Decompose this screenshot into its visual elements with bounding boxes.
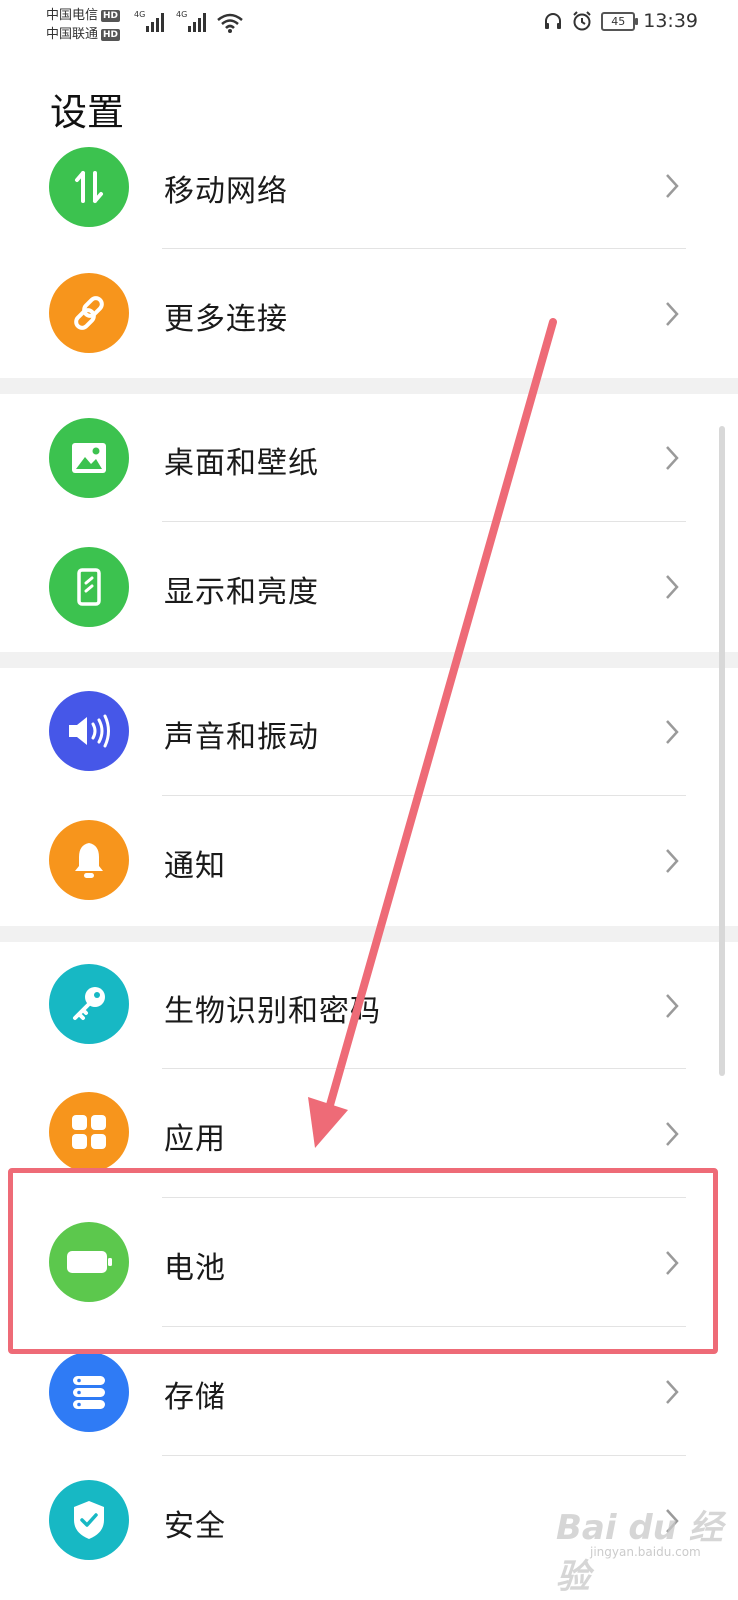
signal-strength-icon: 4G [134, 10, 164, 32]
watermark-url: jingyan.baidu.com [590, 1545, 701, 1559]
carrier-2-label: 中国联通 [46, 27, 99, 42]
settings-item-label: 显示和亮度 [164, 575, 319, 610]
chevron-right-icon [666, 446, 679, 470]
divider [162, 1326, 686, 1327]
chevron-right-icon [666, 1251, 679, 1275]
settings-item-label: 通知 [164, 849, 226, 884]
settings-item-wallpaper[interactable]: 桌面和壁纸 [0, 394, 738, 522]
settings-item-label: 桌面和壁纸 [164, 446, 319, 481]
speaker-icon [49, 691, 129, 771]
settings-item-label: 移动网络 [164, 174, 288, 209]
divider [162, 1068, 686, 1069]
settings-item-label: 电池 [164, 1251, 226, 1286]
battery-icon [49, 1222, 129, 1302]
carrier-1-label: 中国电信 [46, 8, 99, 23]
display-brightness-icon [49, 547, 129, 627]
settings-item-label: 更多连接 [164, 302, 288, 337]
settings-item-apps[interactable]: 应用 [0, 1070, 738, 1198]
chevron-right-icon [666, 174, 679, 198]
wallpaper-icon [49, 418, 129, 498]
battery-status-icon: 45 [601, 11, 639, 31]
settings-item-battery[interactable]: 电池 [0, 1198, 738, 1326]
storage-icon [49, 1352, 129, 1432]
battery-level: 45 [611, 14, 626, 28]
mobile-network-icon [49, 147, 129, 227]
scrollbar[interactable] [719, 426, 725, 1076]
settings-item-storage[interactable]: 存储 [0, 1328, 738, 1456]
settings-item-mobile-network[interactable]: 移动网络 [0, 122, 738, 250]
chevron-right-icon [666, 302, 679, 326]
settings-item-label: 安全 [164, 1509, 226, 1544]
section-divider [0, 926, 738, 942]
headphones-icon [545, 13, 562, 29]
settings-item-label: 声音和振动 [164, 720, 319, 755]
settings-item-more-connections[interactable]: 更多连接 [0, 250, 738, 378]
chevron-right-icon [666, 575, 679, 599]
section-divider [0, 378, 738, 394]
chevron-right-icon [666, 720, 679, 744]
settings-item-notifications[interactable]: 通知 [0, 796, 738, 924]
bell-icon [49, 820, 129, 900]
chevron-right-icon [666, 849, 679, 873]
apps-grid-icon [49, 1092, 129, 1172]
settings-item-label: 应用 [164, 1122, 226, 1157]
wifi-icon [217, 13, 243, 33]
chevron-right-icon [666, 1122, 679, 1146]
hd-badge: HD [101, 9, 121, 22]
section-divider [0, 652, 738, 668]
settings-item-label: 存储 [164, 1380, 226, 1415]
clock: 13:39 [643, 10, 698, 32]
status-bar: 中国电信 HD 中国联通 HD 4G 4G 45 13:39 [0, 0, 738, 48]
settings-item-display-brightness[interactable]: 显示和亮度 [0, 522, 738, 650]
link-icon [49, 273, 129, 353]
divider [162, 248, 686, 249]
chevron-right-icon [666, 1380, 679, 1404]
alarm-icon [573, 11, 591, 31]
chevron-right-icon [666, 994, 679, 1018]
shield-check-icon [49, 1480, 129, 1560]
key-icon [49, 964, 129, 1044]
hd-badge: HD [101, 28, 121, 41]
carrier-info: 中国电信 HD 中国联通 HD [46, 6, 121, 44]
settings-item-label: 生物识别和密码 [164, 994, 381, 1029]
signal-strength-icon: 4G [176, 10, 206, 32]
settings-item-biometrics-password[interactable]: 生物识别和密码 [0, 942, 738, 1070]
settings-item-sound-vibration[interactable]: 声音和振动 [0, 668, 738, 796]
